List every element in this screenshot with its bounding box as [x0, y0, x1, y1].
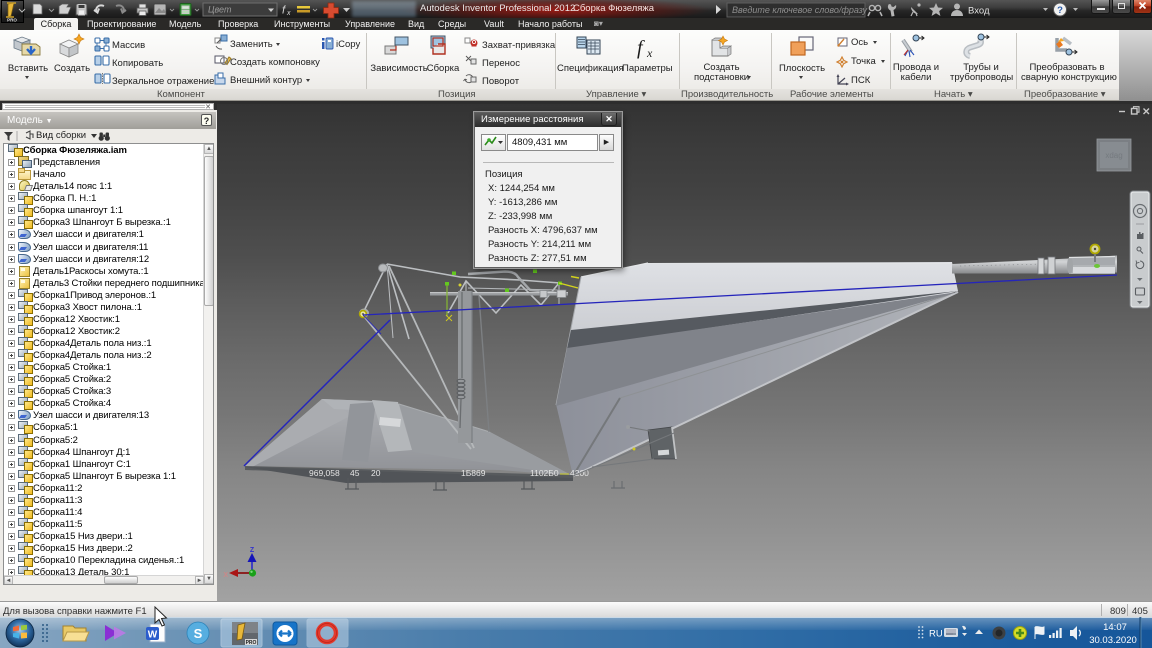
svg-text:S: S	[194, 626, 203, 641]
svg-text:Вход: Вход	[968, 6, 990, 17]
svg-text:20: 20	[371, 468, 381, 478]
svg-text:PRO: PRO	[246, 640, 257, 646]
svg-text:f: f	[282, 5, 286, 17]
svg-text:Z: Z	[250, 547, 255, 554]
svg-text:Цвет: Цвет	[208, 5, 232, 15]
svg-text:Введите ключевое слово/фразу: Введите ключевое слово/фразу	[732, 5, 868, 15]
svg-text:1Б869: 1Б869	[461, 468, 486, 478]
svg-text:?: ?	[1057, 5, 1063, 16]
svg-text:PRO: PRO	[7, 18, 17, 23]
svg-text:W: W	[148, 630, 158, 641]
svg-text:45: 45	[350, 468, 360, 478]
svg-text:14:07: 14:07	[1103, 622, 1127, 633]
svg-text:x: x	[646, 46, 653, 60]
svg-text:xdag: xdag	[1105, 151, 1122, 160]
svg-text:f: f	[637, 37, 645, 59]
svg-text:X: X	[223, 572, 228, 579]
svg-text:1102Б0: 1102Б0	[530, 468, 559, 478]
svg-text:RU: RU	[929, 629, 943, 640]
svg-text:30.03.2020: 30.03.2020	[1089, 635, 1137, 646]
svg-text:969,058: 969,058	[309, 468, 340, 478]
svg-text:x: x	[286, 10, 291, 17]
